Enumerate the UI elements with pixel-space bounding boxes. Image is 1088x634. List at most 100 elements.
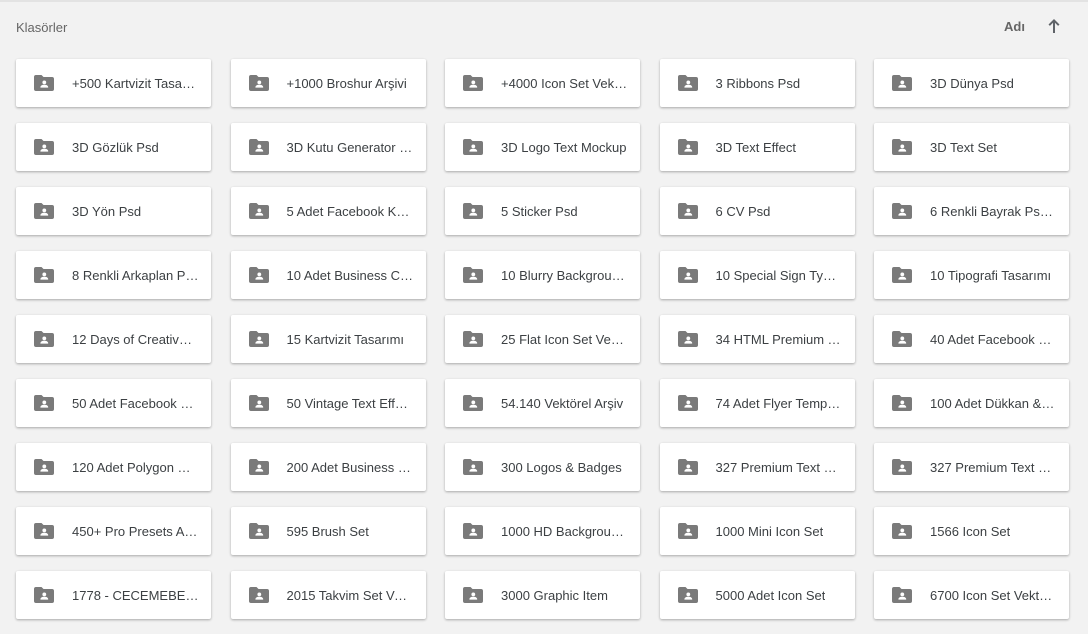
sort-by-name-button[interactable]: Adı bbox=[1004, 19, 1025, 34]
folder-name: 10 Special Sign Typography bbox=[715, 267, 843, 283]
folder-item[interactable]: 450+ Pro Presets Actions bbox=[16, 507, 211, 555]
folder-item[interactable]: 50 Vintage Text Effects bbox=[230, 379, 426, 427]
shared-folder-icon bbox=[677, 395, 698, 411]
folder-item[interactable]: 3D Kutu Generator Psd bbox=[230, 123, 426, 171]
folder-name: 12 Days of Creative Cards bbox=[72, 331, 199, 347]
folder-item[interactable]: 300 Logos & Badges bbox=[445, 443, 640, 491]
folder-item[interactable]: +4000 Icon Set Vektörel bbox=[445, 59, 640, 107]
folder-item[interactable]: 3D Text Set bbox=[874, 123, 1069, 171]
folder-item[interactable]: 327 Premium Text Effects 2 bbox=[874, 443, 1069, 491]
folder-name: 3000 Graphic Item bbox=[501, 587, 608, 603]
shared-folder-icon bbox=[248, 139, 269, 155]
folder-item[interactable]: 3D Gözlük Psd bbox=[16, 123, 211, 171]
folder-item[interactable]: 327 Premium Text Effects bbox=[659, 443, 855, 491]
shared-folder-icon bbox=[463, 331, 483, 347]
folder-item[interactable]: 10 Special Sign Typography bbox=[659, 251, 855, 299]
shared-folder-icon bbox=[677, 331, 698, 347]
folder-name: +500 Kartvizit Tasarımı bbox=[72, 75, 199, 91]
folder-item[interactable]: 5 Adet Facebook Kapak bbox=[230, 187, 426, 235]
folder-item[interactable]: +1000 Broshur Arşivi bbox=[230, 59, 426, 107]
folder-item[interactable]: 1000 Mini Icon Set bbox=[659, 507, 855, 555]
folder-item[interactable]: 1000 HD Backgrounds bbox=[445, 507, 640, 555]
folder-item[interactable]: 8 Renkli Arkaplan Psd bbox=[16, 251, 211, 299]
folder-item[interactable]: 5000 Adet Icon Set bbox=[659, 571, 855, 619]
folder-item[interactable]: 10 Tipografi Tasarımı bbox=[874, 251, 1069, 299]
folder-name: 50 Vintage Text Effects bbox=[286, 395, 414, 411]
folder-item[interactable]: 3D Yön Psd bbox=[16, 187, 211, 235]
folder-item[interactable]: 3000 Graphic Item bbox=[445, 571, 640, 619]
shared-folder-icon bbox=[248, 75, 269, 91]
shared-folder-icon bbox=[34, 459, 54, 475]
folder-name: 6 Renkli Bayrak Psd Set bbox=[930, 203, 1057, 219]
folder-item[interactable]: 100 Adet Dükkan & Mağaza bbox=[874, 379, 1069, 427]
shared-folder-icon bbox=[892, 523, 912, 539]
folder-item[interactable]: 10 Blurry Backgrounds bbox=[445, 251, 640, 299]
folder-item[interactable]: 34 HTML Premium Templates bbox=[659, 315, 855, 363]
shared-folder-icon bbox=[463, 587, 483, 603]
folder-item[interactable]: 120 Adet Polygon Background bbox=[16, 443, 211, 491]
folder-name: 3D Logo Text Mockup bbox=[501, 139, 627, 155]
sort-direction-button[interactable] bbox=[1042, 14, 1066, 38]
shared-folder-icon bbox=[248, 587, 269, 603]
folder-name: 327 Premium Text Effects bbox=[715, 459, 843, 475]
shared-folder-icon bbox=[892, 139, 912, 155]
folder-item[interactable]: 1566 Icon Set bbox=[874, 507, 1069, 555]
folder-item[interactable]: 595 Brush Set bbox=[230, 507, 426, 555]
folder-name: 100 Adet Dükkan & Mağaza bbox=[930, 395, 1057, 411]
folder-item[interactable]: 12 Days of Creative Cards bbox=[16, 315, 211, 363]
folder-item[interactable]: 10 Adet Business Card bbox=[230, 251, 426, 299]
folder-item[interactable]: 3D Logo Text Mockup bbox=[445, 123, 640, 171]
folder-item[interactable]: +500 Kartvizit Tasarımı bbox=[16, 59, 211, 107]
folder-item[interactable]: 3 Ribbons Psd bbox=[659, 59, 855, 107]
folder-item[interactable]: 3D Dünya Psd bbox=[874, 59, 1069, 107]
folder-name: 3D Text Set bbox=[930, 139, 997, 155]
folder-item[interactable]: 50 Adet Facebook Kapak bbox=[16, 379, 211, 427]
folder-item[interactable]: 6 Renkli Bayrak Psd Set bbox=[874, 187, 1069, 235]
shared-folder-icon bbox=[677, 75, 698, 91]
shared-folder-icon bbox=[34, 523, 54, 539]
shared-folder-icon bbox=[248, 523, 269, 539]
folder-name: 1566 Icon Set bbox=[930, 523, 1011, 539]
folder-name: 25 Flat Icon Set Vektörel bbox=[501, 331, 628, 347]
folder-item[interactable]: 54.140 Vektörel Arşiv bbox=[445, 379, 640, 427]
arrow-up-icon bbox=[1048, 19, 1060, 33]
folder-item[interactable]: 74 Adet Flyer Template bbox=[659, 379, 855, 427]
shared-folder-icon bbox=[248, 395, 269, 411]
shared-folder-icon bbox=[892, 331, 912, 347]
folder-item[interactable]: 5 Sticker Psd bbox=[445, 187, 640, 235]
folder-name: 15 Kartvizit Tasarımı bbox=[286, 331, 405, 347]
shared-folder-icon bbox=[677, 523, 698, 539]
folder-name: 5 Sticker Psd bbox=[501, 203, 578, 219]
shared-folder-icon bbox=[463, 75, 483, 91]
folder-item[interactable]: 1778 - CECEMEBEPE bbox=[16, 571, 211, 619]
folder-name: 1000 HD Backgrounds bbox=[501, 523, 628, 539]
folder-item[interactable]: 6700 Icon Set Vektörel bbox=[874, 571, 1069, 619]
shared-folder-icon bbox=[463, 459, 483, 475]
folder-name: 5 Adet Facebook Kapak bbox=[286, 203, 414, 219]
folder-name: 1778 - CECEMEBEPE bbox=[72, 587, 199, 603]
folder-item[interactable]: 40 Adet Facebook Kapak bbox=[874, 315, 1069, 363]
shared-folder-icon bbox=[248, 331, 269, 347]
shared-folder-icon bbox=[892, 395, 912, 411]
folder-name: 3D Dünya Psd bbox=[930, 75, 1014, 91]
folder-item[interactable]: 6 CV Psd bbox=[659, 187, 855, 235]
shared-folder-icon bbox=[463, 267, 483, 283]
folder-name: 6 CV Psd bbox=[715, 203, 771, 219]
folder-name: 34 HTML Premium Templates bbox=[715, 331, 843, 347]
folder-name: 3D Kutu Generator Psd bbox=[286, 139, 414, 155]
folder-name: 3 Ribbons Psd bbox=[715, 75, 801, 91]
shared-folder-icon bbox=[892, 267, 912, 283]
folder-item[interactable]: 15 Kartvizit Tasarımı bbox=[230, 315, 426, 363]
folder-item[interactable]: 3D Text Effect bbox=[659, 123, 855, 171]
shared-folder-icon bbox=[248, 459, 269, 475]
folder-name: 8 Renkli Arkaplan Psd bbox=[72, 267, 199, 283]
shared-folder-icon bbox=[248, 267, 269, 283]
folder-name: 6700 Icon Set Vektörel bbox=[930, 587, 1057, 603]
folder-item[interactable]: 200 Adet Business Card bbox=[230, 443, 426, 491]
shared-folder-icon bbox=[892, 203, 912, 219]
folder-item[interactable]: 2015 Takvim Set Vektörel bbox=[230, 571, 426, 619]
folder-item[interactable]: 25 Flat Icon Set Vektörel bbox=[445, 315, 640, 363]
folder-name: +4000 Icon Set Vektörel bbox=[501, 75, 628, 91]
shared-folder-icon bbox=[34, 203, 54, 219]
shared-folder-icon bbox=[34, 267, 54, 283]
